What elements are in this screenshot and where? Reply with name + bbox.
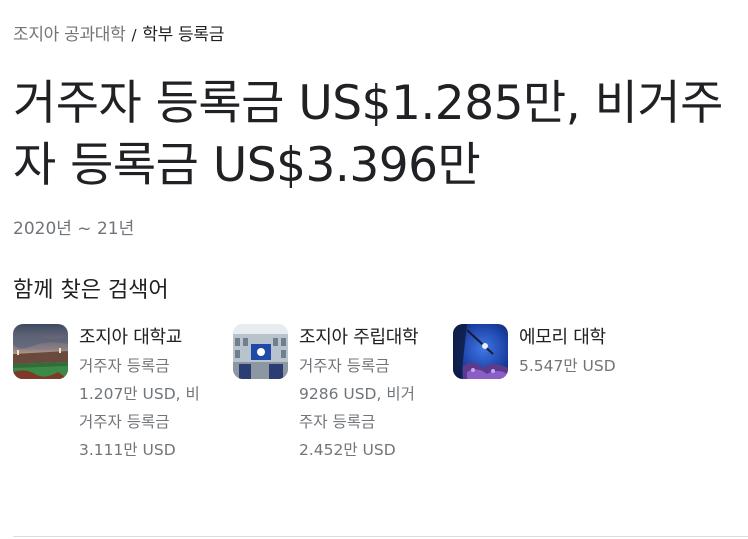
section-divider (13, 536, 748, 537)
stadium-thumbnail[interactable] (13, 324, 68, 379)
breadcrumb-current: 학부 등록금 (142, 25, 225, 45)
campus-thumbnail[interactable] (453, 324, 508, 379)
breadcrumb-separator: / (131, 26, 137, 44)
answer-title: 거주자 등록금 US$1.285만, 비거주자 등록금 US$3.396만 (13, 76, 723, 193)
related-item-detail: 거주자 등록금 1.207만 USD, 비거주자 등록금 3.111만 USD (79, 357, 200, 459)
related-searches-heading: 함께 찾은 검색어 (13, 278, 169, 303)
related-item-name[interactable]: 조지아 주립대학 (299, 324, 424, 351)
related-item-emory-university[interactable]: 에모리 대학 5.547만 USD (453, 324, 659, 380)
related-item-detail: 5.547만 USD (519, 357, 616, 375)
related-item-detail: 거주자 등록금 9286 USD, 비거주자 등록금 2.452만 USD (299, 357, 415, 459)
breadcrumb: 조지아 공과대학 / 학부 등록금 (13, 24, 224, 46)
campus-image (453, 324, 508, 379)
stadium-image (13, 324, 68, 379)
related-item-georgia-state-university[interactable]: 조지아 주립대학 거주자 등록금 9286 USD, 비거주자 등록금 2.45… (233, 324, 424, 464)
breadcrumb-parent-link[interactable]: 조지아 공과대학 (13, 25, 126, 45)
building-image (233, 324, 288, 379)
related-item-name[interactable]: 조지아 대학교 (79, 324, 209, 351)
related-item-name[interactable]: 에모리 대학 (519, 324, 659, 351)
building-thumbnail[interactable] (233, 324, 288, 379)
answer-year-range: 2020년 ~ 21년 (13, 219, 135, 239)
related-item-university-of-georgia[interactable]: 조지아 대학교 거주자 등록금 1.207만 USD, 비거주자 등록금 3.1… (13, 324, 209, 464)
